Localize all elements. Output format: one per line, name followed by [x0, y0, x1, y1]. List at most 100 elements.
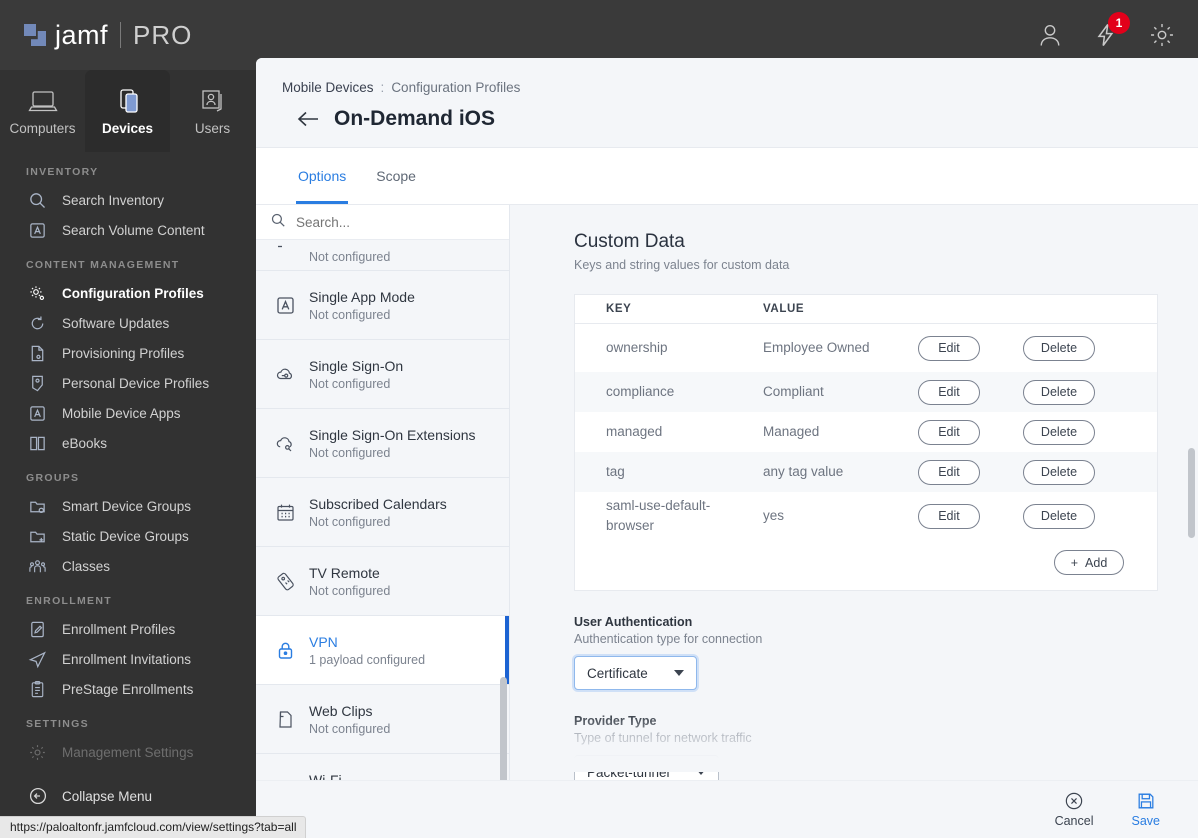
jamf-logo-mark [24, 24, 46, 46]
detail-scrollbar[interactable] [1188, 448, 1195, 538]
payload-item-vpn[interactable]: VPN 1 payload configured [256, 616, 509, 685]
tab-scope[interactable]: Scope [374, 148, 418, 204]
payload-item-tv-remote[interactable]: TV Remote Not configured [256, 547, 509, 616]
sidebar-label: Personal Device Profiles [62, 375, 210, 391]
save-button[interactable]: Save [1132, 791, 1160, 828]
payload-status: Not configured [309, 514, 391, 529]
delete-button[interactable]: Delete [1023, 503, 1095, 529]
delete-button[interactable]: Delete [1023, 459, 1095, 485]
delete-button[interactable]: Delete [1023, 335, 1095, 361]
delete-button[interactable]: Delete [1023, 419, 1095, 445]
chevron-down-icon [695, 769, 706, 775]
breadcrumb-parent[interactable]: Mobile Devices [282, 80, 374, 95]
tab-options[interactable]: Options [296, 148, 349, 204]
field-label: User Authentication [574, 615, 693, 629]
payload-status: Not configured [309, 721, 391, 736]
user-authentication-select[interactable]: Certificate [574, 656, 697, 690]
add-button[interactable]: + Add [1054, 550, 1124, 575]
payload-search-box[interactable] [256, 205, 509, 240]
brand-name: jamf [55, 19, 109, 50]
page-header: Mobile Devices : Configuration Profiles … [256, 58, 1198, 148]
breadcrumb-current[interactable]: Configuration Profiles [391, 80, 520, 95]
sidebar-label: Management Settings [62, 744, 194, 760]
sidebar-item-ebooks[interactable]: eBooks [0, 428, 256, 458]
sidebar-item-software-updates[interactable]: Software Updates [0, 308, 256, 338]
notifications-icon[interactable]: 1 [1092, 12, 1130, 49]
sidebar-item-enrollment-invitations[interactable]: Enrollment Invitations [0, 644, 256, 674]
tab-devices[interactable]: Devices [85, 70, 170, 152]
payload-search-input[interactable] [296, 214, 476, 230]
nav-section-content-management: CONTENT MANAGEMENT [26, 259, 180, 271]
sidebar-item-smart-device-groups[interactable]: Smart Device Groups [0, 491, 256, 521]
sidebar-item-classes[interactable]: Classes [0, 551, 256, 581]
edit-button[interactable]: Edit [918, 379, 980, 405]
payload-item-subscribed-calendars[interactable]: Subscribed Calendars Not configured [256, 478, 509, 547]
row-value: Managed [763, 424, 820, 440]
device-type-tabs: Computers Devices Users [0, 70, 256, 152]
column-header-key: KEY [606, 303, 632, 315]
field-description: Type of tunnel for network traffic [574, 731, 752, 745]
folder-plus-icon [28, 527, 54, 546]
sidebar-label: Enrollment Profiles [62, 621, 176, 637]
cancel-button[interactable]: Cancel [1055, 791, 1094, 828]
refresh-icon [28, 314, 54, 333]
payload-list-scroll[interactable]: Not configured Single App Mode Not confi… [256, 240, 509, 828]
bottom-action-bar: Cancel Save [256, 780, 1198, 838]
sidebar-item-configuration-profiles[interactable]: Configuration Profiles [0, 278, 256, 308]
row-key: managed [606, 424, 663, 440]
sidebar-label: Software Updates [62, 315, 170, 331]
sidebar-item-personal-device-profiles[interactable]: Personal Device Profiles [0, 368, 256, 398]
sidebar-item-prestage-enrollments[interactable]: PreStage Enrollments [0, 674, 256, 704]
jamf-pro-window: jamf PRO 1 Computers Devices Users INVEN… [0, 0, 1198, 838]
payload-item-partial[interactable]: Not configured [256, 240, 509, 271]
edit-button[interactable]: Edit [918, 459, 980, 485]
user-authentication-field: User Authentication Authentication type … [574, 615, 1178, 690]
page-title: On-Demand iOS [334, 107, 496, 130]
collapse-arrow-icon [28, 786, 54, 806]
brand-product: PRO [133, 19, 193, 50]
payload-status: Not configured [309, 583, 391, 598]
sidebar-label: Configuration Profiles [62, 285, 204, 301]
collapse-menu-button[interactable]: Collapse Menu [0, 786, 256, 806]
payload-name: Single Sign-On Extensions [309, 426, 476, 443]
row-value: Employee Owned [763, 340, 870, 356]
search-icon [270, 212, 286, 233]
payload-item-single-app-mode[interactable]: Single App Mode Not configured [256, 271, 509, 340]
app-store-icon [28, 404, 54, 423]
sidebar-item-management-settings[interactable]: Management Settings [0, 737, 256, 767]
payload-name: Single App Mode [309, 288, 415, 305]
sidebar-item-search-inventory[interactable]: Search Inventory [0, 185, 256, 215]
status-bar-url: https://paloaltonfr.jamfcloud.com/view/s… [0, 816, 306, 838]
gear-icon[interactable] [1148, 21, 1176, 49]
tab-users[interactable]: Users [170, 70, 255, 152]
sidebar-item-provisioning-profiles[interactable]: Provisioning Profiles [0, 338, 256, 368]
edit-button[interactable]: Edit [918, 503, 980, 529]
payload-item-single-sign-on[interactable]: Single Sign-On Not configured [256, 340, 509, 409]
back-arrow-icon[interactable] [296, 110, 320, 128]
sidebar-item-static-device-groups[interactable]: Static Device Groups [0, 521, 256, 551]
jamf-pro-logo[interactable]: jamf PRO [0, 20, 192, 51]
row-key: ownership [606, 340, 668, 356]
payload-name: TV Remote [309, 564, 380, 581]
sidebar-item-mobile-device-apps[interactable]: Mobile Device Apps [0, 398, 256, 428]
edit-button[interactable]: Edit [918, 419, 980, 445]
row-value: any tag value [763, 464, 844, 480]
edit-button[interactable]: Edit [918, 335, 980, 361]
sidebar-label: Classes [62, 558, 111, 574]
payload-list-panel: Not configured Single App Mode Not confi… [256, 205, 510, 828]
send-icon [28, 650, 54, 669]
column-header-value: VALUE [763, 303, 805, 315]
tab-computers[interactable]: Computers [0, 70, 85, 152]
sidebar-item-search-volume-content[interactable]: Search Volume Content [0, 215, 256, 245]
payload-item-web-clips[interactable]: Web Clips Not configured [256, 685, 509, 754]
payload-item-single-sign-on-extensions[interactable]: Single Sign-On Extensions Not configured [256, 409, 509, 478]
payload-status: Not configured [309, 376, 391, 391]
clipboard-icon [28, 680, 54, 699]
account-icon[interactable] [1036, 21, 1064, 49]
section-subtitle: Keys and string values for custom data [574, 258, 790, 272]
nav-section-enrollment: ENROLLMENT [26, 595, 112, 607]
sidebar-item-enrollment-profiles[interactable]: Enrollment Profiles [0, 614, 256, 644]
sso-extension-icon [274, 433, 296, 454]
delete-button[interactable]: Delete [1023, 379, 1095, 405]
custom-data-table: KEY VALUE ownership Employee Owned Edit … [574, 294, 1158, 591]
